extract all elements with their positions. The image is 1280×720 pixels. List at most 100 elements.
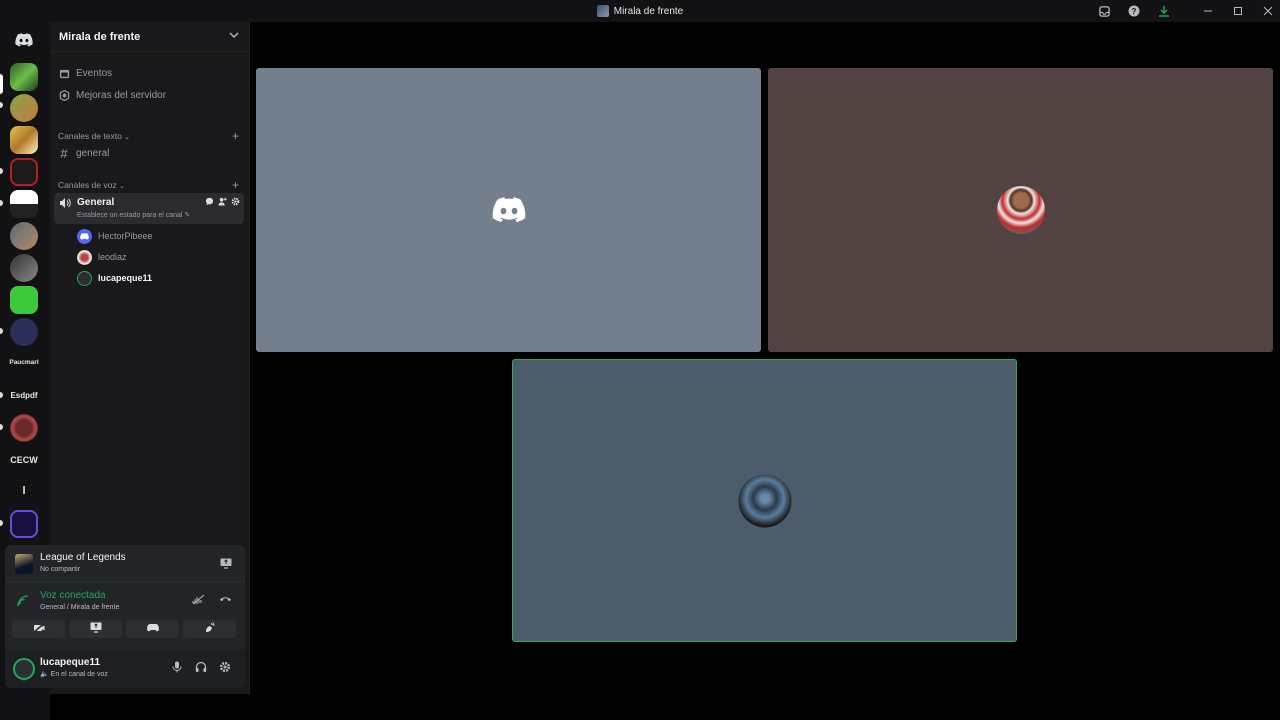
speaker-icon xyxy=(59,197,71,212)
server-text-icon[interactable]: Paucmarl xyxy=(4,359,44,366)
voice-channel-status[interactable]: Establece un estado para el canal ✎ xyxy=(77,211,190,219)
add-channel-icon[interactable]: + xyxy=(232,178,239,192)
server-icon[interactable] xyxy=(10,94,38,122)
activity-panel: League of Legends No compartir xyxy=(5,545,245,582)
window-title-text: Mirala de frente xyxy=(613,5,684,17)
gear-icon[interactable] xyxy=(231,197,240,208)
chat-bubble-icon[interactable] xyxy=(205,197,214,208)
voice-connection-panel: Voz conectada General / Mirala de frente xyxy=(5,582,245,650)
add-member-icon[interactable] xyxy=(218,197,227,208)
channel-general-text[interactable]: # general xyxy=(58,143,109,163)
screen-share-icon xyxy=(90,622,102,636)
signal-icon[interactable] xyxy=(17,595,29,610)
voice-channel-general[interactable]: General Establece un estado para el cana… xyxy=(54,193,244,224)
server-icon[interactable] xyxy=(10,414,38,442)
server-icon[interactable] xyxy=(10,63,38,91)
text-category-label: Canales de texto ⌄ xyxy=(58,131,130,141)
hangup-icon[interactable] xyxy=(219,594,232,607)
server-icon[interactable] xyxy=(10,158,38,186)
server-avatar-icon xyxy=(596,5,609,17)
inbox-icon[interactable] xyxy=(1098,5,1110,17)
server-icon[interactable] xyxy=(10,510,38,538)
voice-channel-actions xyxy=(205,197,240,208)
server-indicator xyxy=(0,392,3,398)
video-tile-hectorpibeee[interactable] xyxy=(256,68,761,352)
server-indicator xyxy=(0,520,3,526)
server-indicator xyxy=(0,74,3,94)
user-name[interactable]: lucapeque11 xyxy=(40,657,100,668)
server-icon[interactable] xyxy=(10,318,38,346)
noise-suppression-icon[interactable] xyxy=(192,594,205,608)
nav-boosts[interactable]: Mejoras del servidor xyxy=(58,85,166,105)
chevron-down-icon: ⌄ xyxy=(124,134,131,141)
voice-user[interactable]: leodiaz xyxy=(77,248,127,266)
video-tile-lucapeque11[interactable] xyxy=(512,359,1017,642)
discord-home-icon[interactable] xyxy=(10,26,38,54)
server-icon[interactable] xyxy=(10,190,38,218)
voice-action-buttons xyxy=(12,620,236,638)
gear-icon[interactable] xyxy=(219,661,231,676)
title-bar: Mirala de frente ? xyxy=(0,0,1280,22)
server-icon[interactable] xyxy=(10,126,38,154)
voice-connected-sub[interactable]: General / Mirala de frente xyxy=(40,604,119,611)
pencil-icon: ✎ xyxy=(184,212,191,219)
camera-off-icon xyxy=(32,622,45,636)
maximize-icon[interactable] xyxy=(1232,5,1244,17)
mic-icon[interactable] xyxy=(172,661,182,676)
game-icon xyxy=(15,554,33,574)
text-category-text: Canales de texto xyxy=(58,131,122,141)
soundboard-icon xyxy=(204,622,216,636)
boost-icon xyxy=(58,89,70,101)
channel-general-label: general xyxy=(76,147,110,159)
voice-user-name: lucapeque11 xyxy=(98,273,153,283)
server-indicator xyxy=(0,200,3,206)
add-channel-icon[interactable]: + xyxy=(232,129,239,143)
chevron-down-icon: ⌄ xyxy=(118,183,125,190)
user-status: 🔈 En el canal de voz xyxy=(40,670,108,678)
hash-icon: # xyxy=(60,145,68,161)
avatar xyxy=(738,474,791,527)
server-text-icon[interactable]: l xyxy=(4,485,44,497)
guild-name: Mirala de frente xyxy=(59,30,141,43)
voice-category-text: Canales de voz xyxy=(58,180,117,190)
soundboard-button[interactable] xyxy=(183,620,236,638)
server-indicator xyxy=(0,102,3,108)
avatar xyxy=(77,228,92,244)
video-tile-leodiaz[interactable] xyxy=(768,68,1273,352)
voice-category-header[interactable]: Canales de voz ⌄ + xyxy=(58,178,239,192)
avatar xyxy=(77,249,92,265)
server-indicator xyxy=(0,424,3,430)
text-category-header[interactable]: Canales de texto ⌄ + xyxy=(58,129,239,143)
nav-events[interactable]: Eventos xyxy=(58,63,112,83)
download-icon[interactable] xyxy=(1158,5,1170,17)
server-icon[interactable] xyxy=(10,286,38,314)
guild-header[interactable]: Mirala de frente xyxy=(50,22,249,52)
server-indicator xyxy=(0,328,3,334)
activity-button[interactable] xyxy=(126,620,179,638)
user-status-text: En el canal de voz xyxy=(50,671,108,678)
avatar xyxy=(77,270,92,286)
voice-connected-label[interactable]: Voz conectada xyxy=(40,590,106,601)
avatar[interactable] xyxy=(13,658,35,680)
voice-category-label: Canales de voz ⌄ xyxy=(58,180,125,190)
help-icon[interactable]: ? xyxy=(1128,5,1140,17)
screen-share-button[interactable] xyxy=(69,620,122,638)
voice-user-name: HectorPibeee xyxy=(98,231,153,241)
camera-off-button[interactable] xyxy=(12,620,65,638)
voice-user[interactable]: HectorPibeee xyxy=(77,227,153,245)
close-icon[interactable] xyxy=(1262,5,1274,17)
server-text-icon[interactable]: CECW xyxy=(4,455,44,465)
voice-user[interactable]: lucapeque11 xyxy=(77,269,152,287)
activity-game-name: League of Legends xyxy=(40,552,126,563)
server-icon[interactable] xyxy=(10,254,38,282)
window-title: Mirala de frente xyxy=(596,5,684,17)
nav-boosts-label: Mejoras del servidor xyxy=(76,89,167,101)
calendar-icon xyxy=(58,67,70,79)
server-text-icon[interactable]: Esdpdf xyxy=(4,391,44,400)
activity-icon xyxy=(146,623,159,635)
server-icon[interactable] xyxy=(10,222,38,250)
minimize-icon[interactable] xyxy=(1202,5,1214,17)
screen-share-icon[interactable] xyxy=(220,558,232,572)
headphones-icon[interactable] xyxy=(195,661,207,676)
window-controls: ? xyxy=(1098,0,1274,22)
